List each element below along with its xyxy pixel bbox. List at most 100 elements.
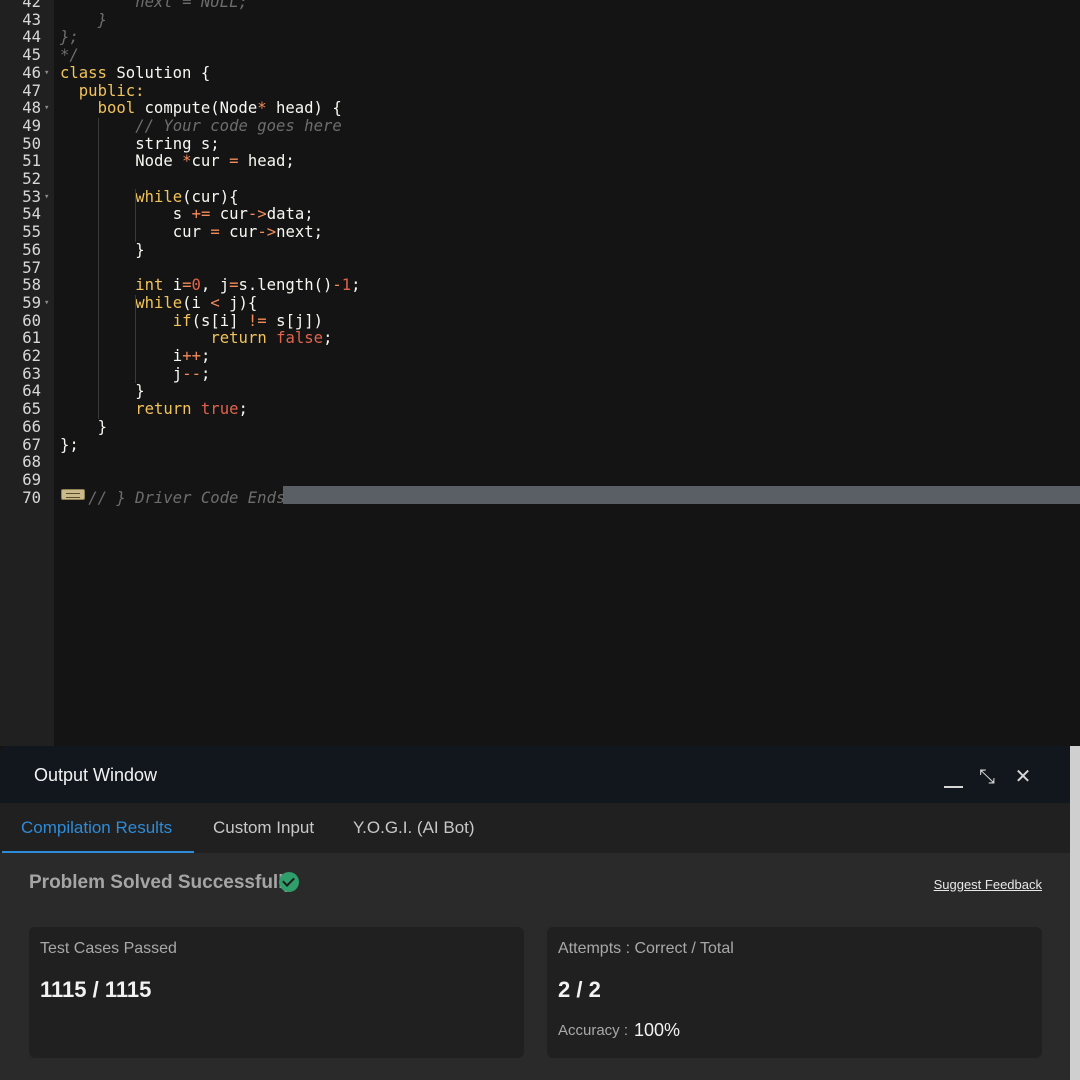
line-number: 45 [22, 46, 41, 65]
code-text: while(cur){ [135, 188, 238, 207]
code-line[interactable]: 54 s += cur->data; [0, 206, 1080, 224]
indent-guide [135, 188, 137, 242]
code-token: s.length() [238, 276, 333, 295]
code-token: , j [200, 276, 230, 295]
code-token: string [135, 134, 192, 153]
code-token: cur [219, 223, 258, 242]
code-line[interactable]: 44}; [0, 29, 1080, 47]
code-text: }; [60, 435, 79, 455]
code-text: } [135, 241, 144, 260]
output-tabs: Compilation Results Custom Input Y.O.G.I… [0, 803, 1070, 853]
code-line[interactable]: 47 public: [0, 81, 1080, 101]
line-number: 60 [22, 311, 41, 330]
code-line[interactable]: 64} [0, 383, 1080, 401]
line-number: 69 [22, 470, 41, 489]
code-line[interactable]: 57 [0, 259, 1080, 278]
code-line[interactable]: 42 next = NULL; [0, 0, 1080, 12]
code-line[interactable]: 66} [0, 418, 1080, 437]
code-editor[interactable]: 42 next = NULL; 43} 44}; 45 */46 ▾ class Soluti… [0, 0, 1080, 746]
code-token: */ [60, 46, 79, 65]
code-token: -> [257, 223, 277, 242]
line-number: 67 [22, 435, 41, 454]
code-token: true [191, 400, 239, 419]
code-line[interactable]: 68 [0, 453, 1080, 472]
tab-compilation-results[interactable]: Compilation Results [21, 818, 172, 838]
code-line[interactable]: 50 string s; [0, 134, 1080, 154]
code-line[interactable]: 61 return false; [0, 329, 1080, 348]
code-token: s [172, 205, 192, 224]
code-line[interactable]: 65 return true; [0, 400, 1080, 419]
code-line[interactable]: 55 cur = cur->next; [0, 223, 1080, 242]
code-line[interactable]: 49 // Your code goes here [0, 116, 1080, 136]
code-token: (s[i] [191, 311, 248, 330]
fold-arrow-icon[interactable]: ▾ [44, 295, 49, 313]
line-number: 70 [22, 488, 41, 507]
code-line[interactable]: 53 ▾ while(cur){ [0, 188, 1080, 207]
attempts-value: 2 / 2 [558, 977, 601, 1002]
line-number: 42 [22, 0, 41, 11]
code-line[interactable]: 69 [0, 470, 1080, 490]
code-token: ; [323, 329, 333, 348]
suggest-feedback-link[interactable]: Suggest Feedback [934, 877, 1042, 892]
fold-arrow-icon[interactable]: ▾ [44, 100, 49, 118]
code-token: - [332, 276, 342, 295]
code-text: int i=0, j=s.length()-1; [135, 276, 360, 295]
close-icon[interactable]: ✕ [1011, 764, 1035, 788]
code-line[interactable]: 48 ▾ bool compute(Node* head) { [0, 99, 1080, 118]
code-line[interactable]: 59 ▾ while(i < j){ [0, 293, 1080, 313]
line-number: 65 [22, 400, 41, 419]
code-line[interactable]: 43} [0, 11, 1080, 30]
code-line[interactable]: 58 int i=0, j=s.length()-1; [0, 276, 1080, 295]
line-number: 50 [22, 134, 41, 153]
code-text: j--; [173, 364, 211, 384]
code-token: if [172, 311, 192, 330]
code-line[interactable]: 62 i++; [0, 347, 1080, 366]
tab-custom-input[interactable]: Custom Input [213, 818, 314, 838]
tab-yogi-ai-bot[interactable]: Y.O.G.I. (AI Bot) [353, 818, 475, 838]
code-line[interactable]: 56} [0, 241, 1080, 260]
code-token: }; [60, 435, 79, 454]
code-text: next = NULL; [135, 0, 248, 12]
line-number: 49 [22, 116, 41, 135]
code-token: < [210, 293, 220, 312]
fold-arrow-icon[interactable]: ▾ [44, 189, 49, 207]
fold-arrow-icon[interactable]: ▾ [44, 65, 49, 83]
line-number: 47 [22, 81, 41, 100]
code-text: */ [60, 46, 79, 65]
code-line[interactable]: 67}; [0, 435, 1080, 455]
code-line[interactable]: 46 ▾ class Solution { [0, 64, 1080, 83]
code-line[interactable]: 51 Node *cur = head; [0, 152, 1080, 171]
code-token: 1 [341, 276, 352, 295]
fold-marker-icon[interactable] [61, 489, 85, 500]
code-text: string s; [135, 134, 220, 154]
code-line[interactable]: 70 // } Driver Code Ends [0, 488, 1080, 508]
code-text: i++; [173, 347, 211, 366]
code-token: false [266, 329, 324, 348]
code-line[interactable]: 45 */ [0, 46, 1080, 65]
code-text: // Your code goes here [135, 117, 342, 136]
code-token: = [210, 223, 220, 242]
code-token: * [257, 99, 267, 118]
code-token: Node [135, 152, 183, 171]
page-scrollbar[interactable] [1070, 746, 1080, 1080]
code-line[interactable]: 60 if(s[i] != s[j]) [0, 311, 1080, 331]
test-cases-card: Test Cases Passed 1115 / 1115 [29, 927, 524, 1058]
code-token: int [135, 276, 164, 295]
code-token: next = NULL; [135, 0, 248, 11]
code-token: = [182, 276, 192, 295]
active-tab-indicator [2, 851, 194, 853]
code-token: (i [182, 293, 211, 312]
code-line[interactable]: 52 [0, 170, 1080, 189]
minimize-icon[interactable] [942, 764, 966, 788]
code-token: ; [238, 400, 248, 419]
code-line[interactable]: 63 j--; [0, 364, 1080, 384]
code-token: data; [266, 205, 314, 224]
line-number: 52 [22, 170, 41, 188]
code-text: cur = cur->next; [173, 223, 324, 242]
code-token: ++ [182, 347, 201, 365]
code-token: compute(Node [135, 99, 258, 118]
expand-icon[interactable]: ⤡ [975, 764, 999, 788]
code-token: next; [276, 223, 324, 242]
code-token: -- [182, 364, 201, 383]
attempts-label: Attempts : Correct / Total [558, 940, 734, 957]
